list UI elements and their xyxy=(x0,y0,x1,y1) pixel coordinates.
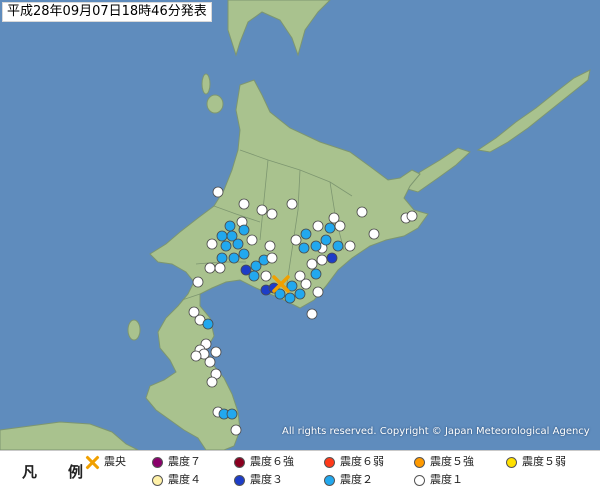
intensity-1-dot-icon xyxy=(414,474,425,486)
station-intensity-2-marker[interactable] xyxy=(238,248,250,260)
station-intensity-1-marker[interactable] xyxy=(316,254,328,266)
station-intensity-1-marker[interactable] xyxy=(312,286,324,298)
station-intensity-1-marker[interactable] xyxy=(344,240,356,252)
legend-int5-upper-label: 震度５強 xyxy=(430,455,474,468)
rishiri-island xyxy=(206,94,224,114)
station-intensity-1-marker[interactable] xyxy=(212,186,224,198)
station-intensity-2-marker[interactable] xyxy=(216,230,228,242)
legend-int5-lower: 震度５弱 xyxy=(506,454,566,470)
station-intensity-2-marker[interactable] xyxy=(284,292,296,304)
legend-int2-label: 震度２ xyxy=(340,473,373,486)
station-intensity-1-marker[interactable] xyxy=(206,376,218,388)
station-intensity-2-marker[interactable] xyxy=(324,222,336,234)
legend-int3-label: 震度３ xyxy=(250,473,283,486)
station-intensity-1-marker[interactable] xyxy=(266,208,278,220)
intensity-3-dot-icon xyxy=(234,474,245,486)
station-intensity-1-marker[interactable] xyxy=(204,262,216,274)
station-intensity-2-marker[interactable] xyxy=(228,252,240,264)
station-intensity-2-marker[interactable] xyxy=(294,288,306,300)
station-intensity-2-marker[interactable] xyxy=(310,240,322,252)
station-intensity-1-marker[interactable] xyxy=(210,346,222,358)
station-intensity-1-marker[interactable] xyxy=(192,276,204,288)
legend-int6-lower: 震度６弱 xyxy=(324,454,384,470)
station-intensity-1-marker[interactable] xyxy=(368,228,380,240)
station-intensity-1-marker[interactable] xyxy=(306,258,318,270)
station-intensity-1-marker[interactable] xyxy=(312,220,324,232)
legend-title: 凡 例 xyxy=(22,463,92,481)
station-intensity-1-marker[interactable] xyxy=(206,238,218,250)
legend-int7-label: 震度７ xyxy=(168,455,201,468)
intensity-6-upper-dot-icon xyxy=(234,456,245,468)
station-intensity-2-marker[interactable] xyxy=(216,252,228,264)
station-intensity-2-marker[interactable] xyxy=(332,240,344,252)
station-intensity-1-marker[interactable] xyxy=(406,210,418,222)
station-intensity-2-marker[interactable] xyxy=(220,240,232,252)
map-stage: 平成28年09月07日18時46分発表 All rights reserved.… xyxy=(0,0,600,491)
station-intensity-1-marker[interactable] xyxy=(290,234,302,246)
station-intensity-1-marker[interactable] xyxy=(266,252,278,264)
station-intensity-1-marker[interactable] xyxy=(286,198,298,210)
station-intensity-1-marker[interactable] xyxy=(328,212,340,224)
station-intensity-2-marker[interactable] xyxy=(248,270,260,282)
legend-int4-label: 震度４ xyxy=(168,473,201,486)
epicenter-x-icon xyxy=(86,456,99,469)
station-intensity-2-marker[interactable] xyxy=(298,242,310,254)
station-intensity-1-marker[interactable] xyxy=(356,206,368,218)
legend-epicenter-label: 震央 xyxy=(104,455,126,468)
okushiri-island xyxy=(127,319,141,341)
rebun-island xyxy=(201,73,211,95)
station-intensity-2-marker[interactable] xyxy=(224,220,236,232)
copyright-notice: All rights reserved. Copyright © Japan M… xyxy=(282,426,590,437)
station-intensity-2-marker[interactable] xyxy=(320,234,332,246)
station-intensity-2-marker[interactable] xyxy=(238,224,250,236)
station-intensity-1-marker[interactable] xyxy=(204,356,216,368)
issue-timestamp: 平成28年09月07日18時46分発表 xyxy=(2,2,212,22)
legend-int2: 震度２ xyxy=(324,472,373,488)
legend-int3: 震度３ xyxy=(234,472,283,488)
station-intensity-1-marker[interactable] xyxy=(264,240,276,252)
legend-int6-upper: 震度６強 xyxy=(234,454,294,470)
station-intensity-1-marker[interactable] xyxy=(246,234,258,246)
station-intensity-1-marker[interactable] xyxy=(256,204,268,216)
station-intensity-2-marker[interactable] xyxy=(232,238,244,250)
intensity-7-dot-icon xyxy=(152,456,163,468)
station-intensity-1-marker[interactable] xyxy=(300,278,312,290)
station-intensity-1-marker[interactable] xyxy=(214,262,226,274)
legend-int1: 震度１ xyxy=(414,472,463,488)
intensity-4-dot-icon xyxy=(152,474,163,486)
station-intensity-2-marker[interactable] xyxy=(226,408,238,420)
legend-int5-upper: 震度５強 xyxy=(414,454,474,470)
intensity-2-dot-icon xyxy=(324,474,335,486)
station-intensity-1-marker[interactable] xyxy=(238,198,250,210)
station-intensity-2-marker[interactable] xyxy=(300,228,312,240)
legend-epicenter: 震央 xyxy=(86,454,126,470)
legend-int5-lower-label: 震度５弱 xyxy=(522,455,566,468)
legend-int7: 震度７ xyxy=(152,454,201,470)
legend-panel: 凡 例 震央 震度７ 震度６強 震度６弱 震度５強 震度５弱 震度４ 震度３ 震… xyxy=(0,450,600,491)
intensity-5-lower-dot-icon xyxy=(506,456,517,468)
station-intensity-2-marker[interactable] xyxy=(202,318,214,330)
station-intensity-3-marker[interactable] xyxy=(326,252,338,264)
station-intensity-1-marker[interactable] xyxy=(190,350,202,362)
legend-int1-label: 震度１ xyxy=(430,473,463,486)
legend-int6-upper-label: 震度６強 xyxy=(250,455,294,468)
intensity-6-lower-dot-icon xyxy=(324,456,335,468)
intensity-5-upper-dot-icon xyxy=(414,456,425,468)
station-intensity-1-marker[interactable] xyxy=(230,424,242,436)
legend-int4: 震度４ xyxy=(152,472,201,488)
station-intensity-2-marker[interactable] xyxy=(310,268,322,280)
hokkaido-map[interactable] xyxy=(0,0,600,450)
station-intensity-1-marker[interactable] xyxy=(260,270,272,282)
station-intensity-1-marker[interactable] xyxy=(306,308,318,320)
legend-int6-lower-label: 震度６弱 xyxy=(340,455,384,468)
